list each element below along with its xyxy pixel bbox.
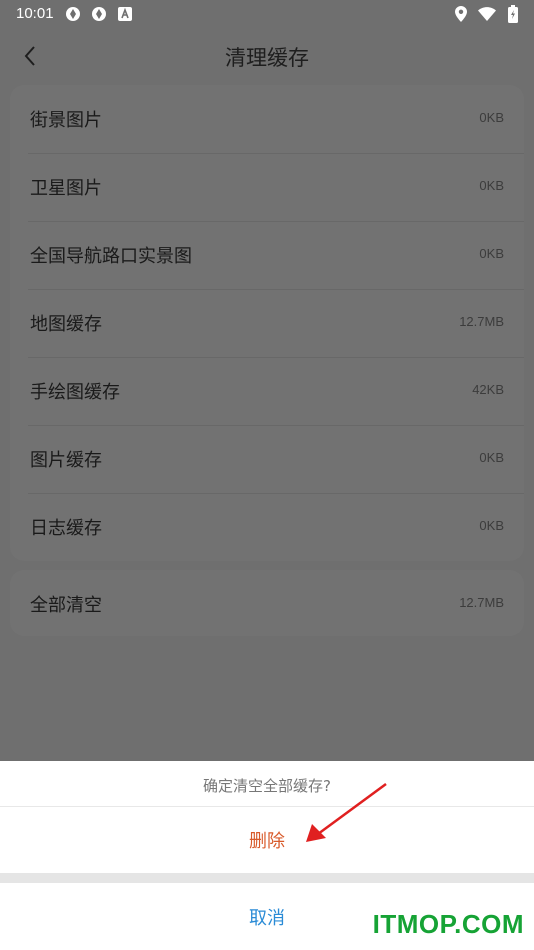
cache-item-label: 卫星图片 xyxy=(30,178,102,199)
clear-all-button[interactable]: 全部清空 12.7MB xyxy=(10,570,524,636)
sync-icon xyxy=(90,5,108,23)
page-title: 清理缓存 xyxy=(225,46,309,70)
status-left-icons xyxy=(64,5,134,23)
cache-item-label: 手绘图缓存 xyxy=(30,382,120,403)
cache-item-size: 0KB xyxy=(479,518,504,533)
clear-all-label: 全部清空 xyxy=(30,595,102,616)
app-header: 清理缓存 xyxy=(0,30,534,82)
location-icon xyxy=(452,5,470,23)
cache-item-size: 0KB xyxy=(479,246,504,261)
cache-item-size: 0KB xyxy=(479,178,504,193)
status-bar: 10:01 xyxy=(0,0,534,30)
cache-item-label: 全国导航路口实景图 xyxy=(30,246,192,267)
cache-item-label: 街景图片 xyxy=(30,110,102,131)
annotation-arrow-icon xyxy=(306,782,387,842)
cache-item-junction-view[interactable]: 全国导航路口实景图 0KB xyxy=(10,221,524,289)
watermark: ITMOP.COM xyxy=(372,909,524,939)
wifi-icon xyxy=(478,5,496,23)
cache-list: 街景图片 0KB 卫星图片 0KB 全国导航路口实景图 0KB 地图缓存 12.… xyxy=(10,85,524,561)
cache-item-size: 42KB xyxy=(472,382,504,397)
sync-icon xyxy=(64,5,82,23)
status-right-icons xyxy=(452,5,522,23)
cache-item-hand-drawn[interactable]: 手绘图缓存 42KB xyxy=(10,357,524,425)
cache-item-label: 地图缓存 xyxy=(30,314,102,335)
cache-item-size: 0KB xyxy=(479,450,504,465)
cache-item-image[interactable]: 图片缓存 0KB xyxy=(10,425,524,493)
font-icon xyxy=(116,5,134,23)
clear-all-card: 全部清空 12.7MB xyxy=(10,570,524,636)
divider xyxy=(0,873,534,883)
status-time: 10:01 xyxy=(16,5,54,22)
cache-item-size: 12.7MB xyxy=(459,314,504,329)
cache-item-size: 0KB xyxy=(479,110,504,125)
cache-item-map[interactable]: 地图缓存 12.7MB xyxy=(10,289,524,357)
cache-item-log[interactable]: 日志缓存 0KB xyxy=(10,493,524,561)
clear-all-size: 12.7MB xyxy=(459,595,504,610)
cache-item-label: 日志缓存 xyxy=(30,518,102,539)
battery-icon xyxy=(504,5,522,23)
cache-item-satellite[interactable]: 卫星图片 0KB xyxy=(10,153,524,221)
cache-item-street-view[interactable]: 街景图片 0KB xyxy=(10,85,524,153)
dialog-title: 确定清空全部缓存? xyxy=(203,777,331,795)
cache-item-label: 图片缓存 xyxy=(30,450,102,471)
delete-button[interactable]: 删除 xyxy=(0,807,534,873)
